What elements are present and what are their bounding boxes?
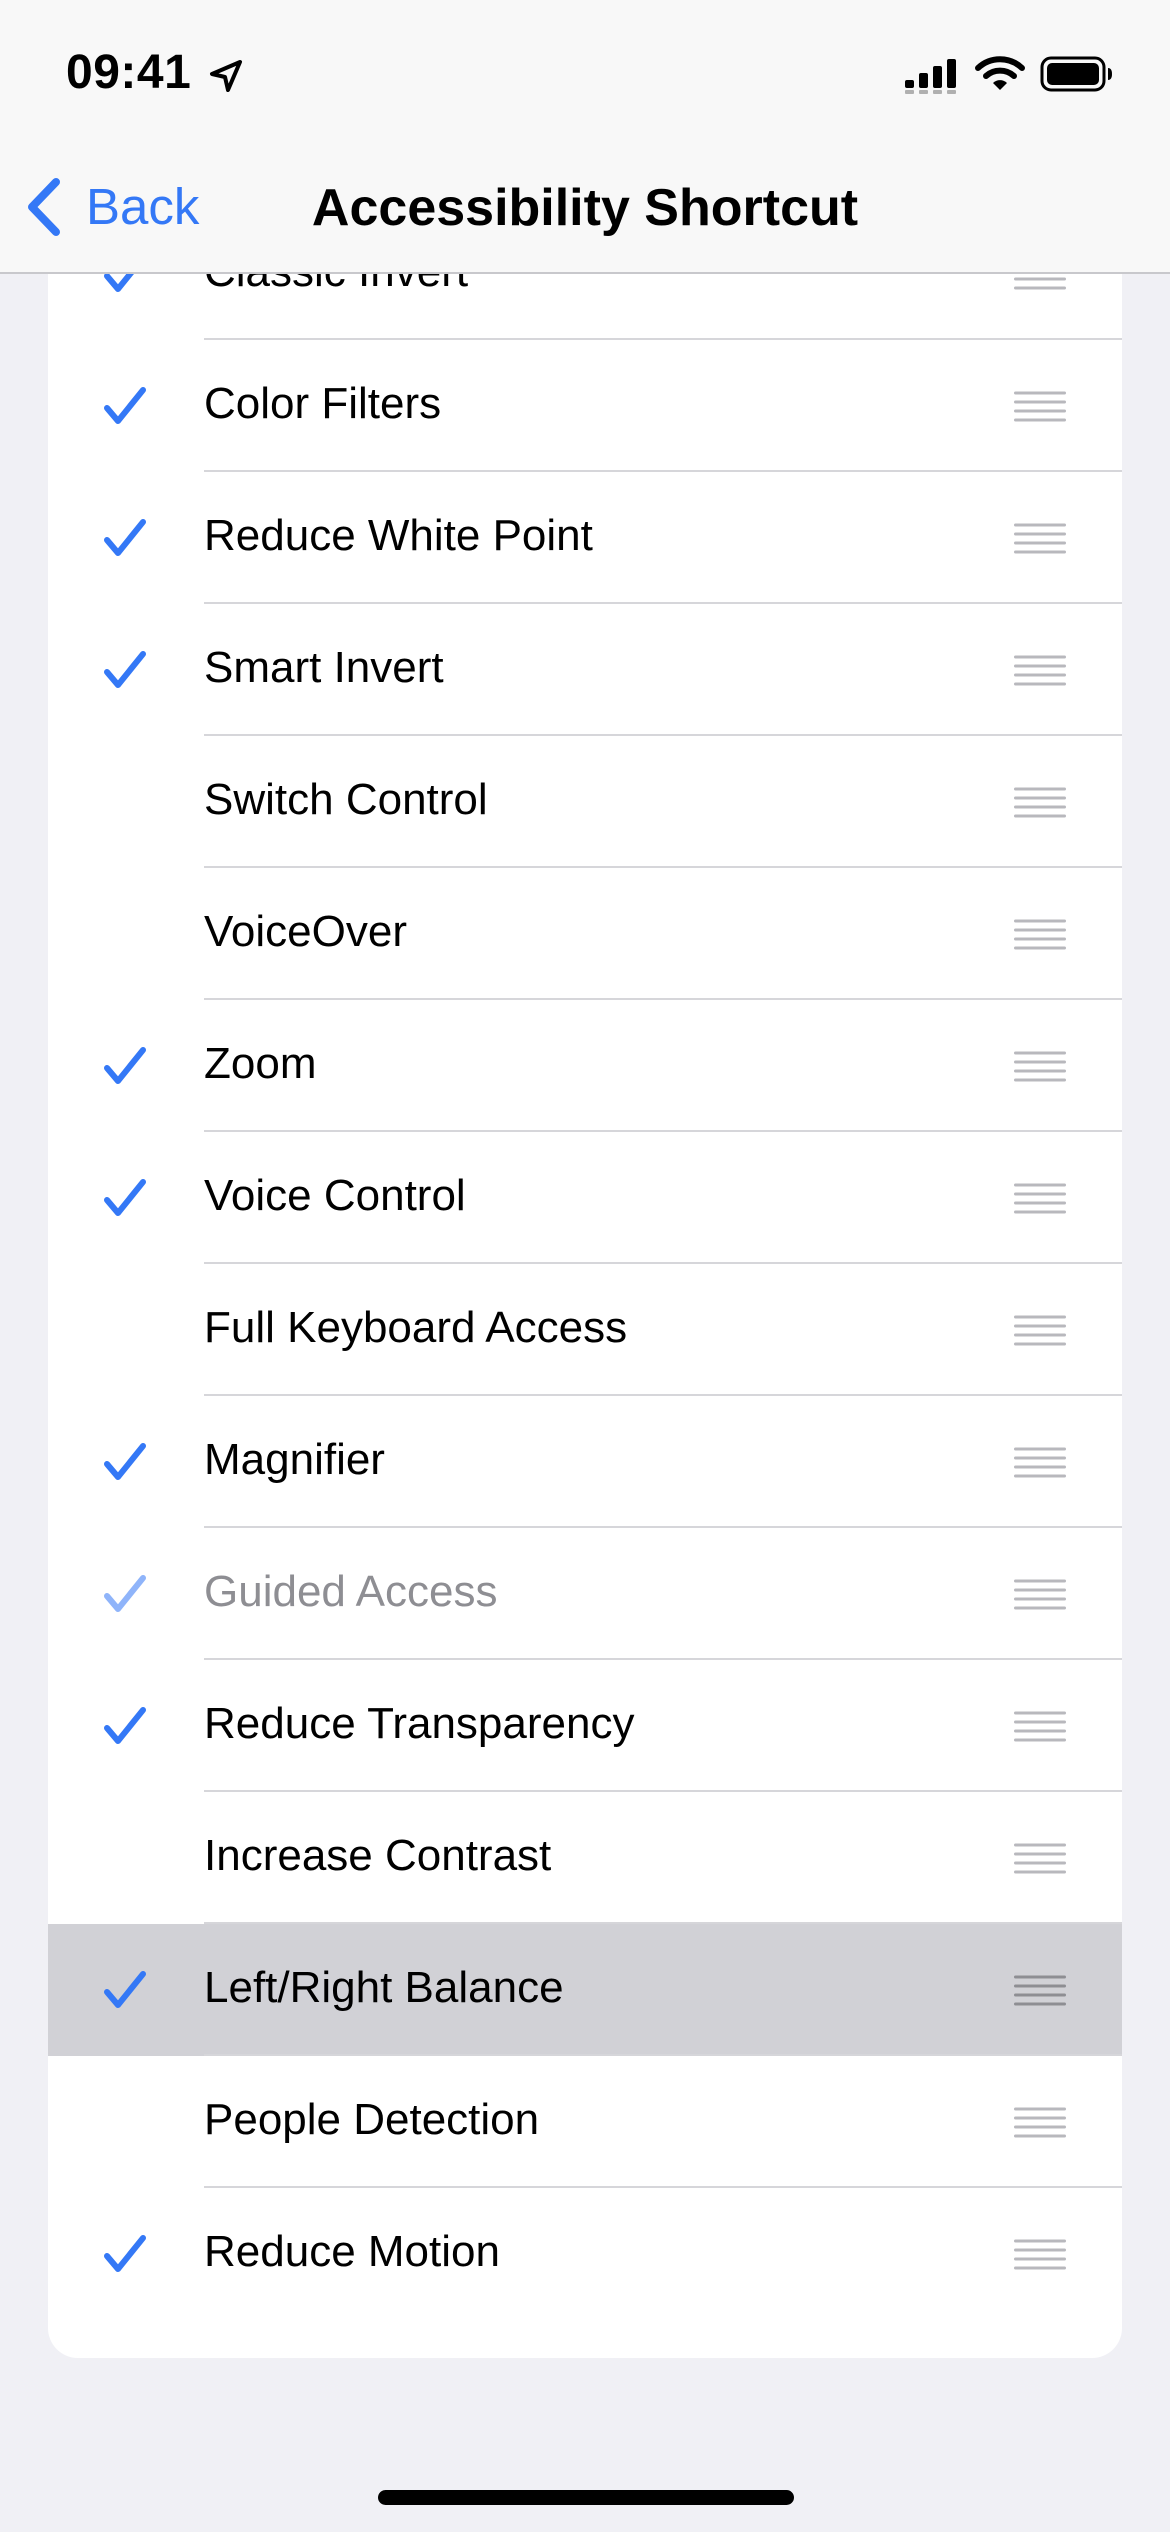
location-arrow-icon [210,60,242,92]
checkmark-icon [104,1971,146,2008]
list-item[interactable]: Left/Right Balance [48,1924,1122,2056]
reorder-handle-icon[interactable] [1012,2238,1068,2270]
checkmark-icon [104,1575,146,1612]
list-item[interactable]: Guided Access [48,1528,1122,1660]
checkmark-icon [104,1179,146,1216]
list-item[interactable]: Reduce Motion [48,2188,1122,2320]
navigation-bar: Back Accessibility Shortcut [0,150,1170,274]
list-item-label: Switch Control [204,775,488,824]
list-item[interactable]: Voice Control [48,1132,1122,1264]
list-item[interactable]: Reduce White Point [48,472,1122,604]
cellular-signal-icon [905,59,956,94]
reorder-handle-icon[interactable] [1012,1710,1068,1742]
list-item-label: Full Keyboard Access [204,1303,628,1352]
list-item-label: Smart Invert [204,643,444,692]
shortcut-list: Classic Invert Color Filters Reduce White … [48,274,1122,2358]
list-item[interactable]: Full Keyboard Access [48,1264,1122,1396]
list-item-label: Reduce Motion [204,2227,500,2276]
checkmark-icon [104,651,146,688]
battery-icon [1040,56,1112,92]
status-bar: 09:41 [0,0,1170,150]
list-item[interactable]: Switch Control [48,736,1122,868]
reorder-handle-icon[interactable] [1012,918,1068,950]
list-item[interactable]: Magnifier [48,1396,1122,1528]
reorder-handle-icon[interactable] [1012,390,1068,422]
checkmark-icon [104,387,146,424]
list-item-label: Reduce Transparency [204,1699,635,1748]
checkmark-icon [104,1443,146,1480]
reorder-handle-icon[interactable] [1012,1050,1068,1082]
checkmark-icon [104,1047,146,1084]
list-item[interactable]: Smart Invert [48,604,1122,736]
reorder-handle-icon[interactable] [1012,522,1068,554]
list-item-label: Zoom [204,1039,317,1088]
checkmark-icon [104,2235,146,2272]
checkmark-icon [104,274,134,292]
reorder-handle-icon[interactable] [1012,786,1068,818]
reorder-handle-icon[interactable] [1012,1182,1068,1214]
list-item-label: Reduce White Point [204,511,593,560]
list-item-label: Magnifier [204,1435,385,1484]
list-item[interactable]: Increase Contrast [48,1792,1122,1924]
list-item[interactable]: Zoom [48,1000,1122,1132]
reorder-handle-icon[interactable] [1012,2106,1068,2138]
list-item-label: VoiceOver [204,907,407,956]
list-item-label: Classic Invert [204,274,468,300]
reorder-handle-icon[interactable] [1012,1314,1068,1346]
list-item-label: Left/Right Balance [204,1963,564,2012]
wifi-icon [975,56,1025,90]
checkmark-icon [104,519,146,556]
list-item-label: People Detection [204,2095,540,2144]
list-item[interactable]: VoiceOver [48,868,1122,1000]
page-title: Accessibility Shortcut [311,179,859,237]
reorder-handle-icon[interactable] [1012,1842,1068,1874]
list-item[interactable]: People Detection [48,2056,1122,2188]
list-item-label: Increase Contrast [204,1831,552,1880]
list-item-label: Color Filters [204,379,442,428]
status-time: 09:41 [66,46,192,99]
list-item-label: Guided Access [204,1567,498,1616]
checkmark-icon [104,1707,146,1744]
reorder-handle-icon[interactable] [1012,1578,1068,1610]
reorder-handle-icon[interactable] [1012,1446,1068,1478]
list-item-label: Voice Control [204,1171,466,1220]
reorder-handle-icon[interactable] [1012,274,1068,290]
reorder-handle-icon[interactable] [1012,654,1068,686]
list-item[interactable]: Color Filters [48,340,1122,472]
list-item[interactable]: Reduce Transparency [48,1660,1122,1792]
home-indicator[interactable] [378,2490,794,2505]
list-item[interactable]: Classic Invert [48,274,1122,340]
reorder-handle-icon[interactable] [1012,1974,1068,2006]
